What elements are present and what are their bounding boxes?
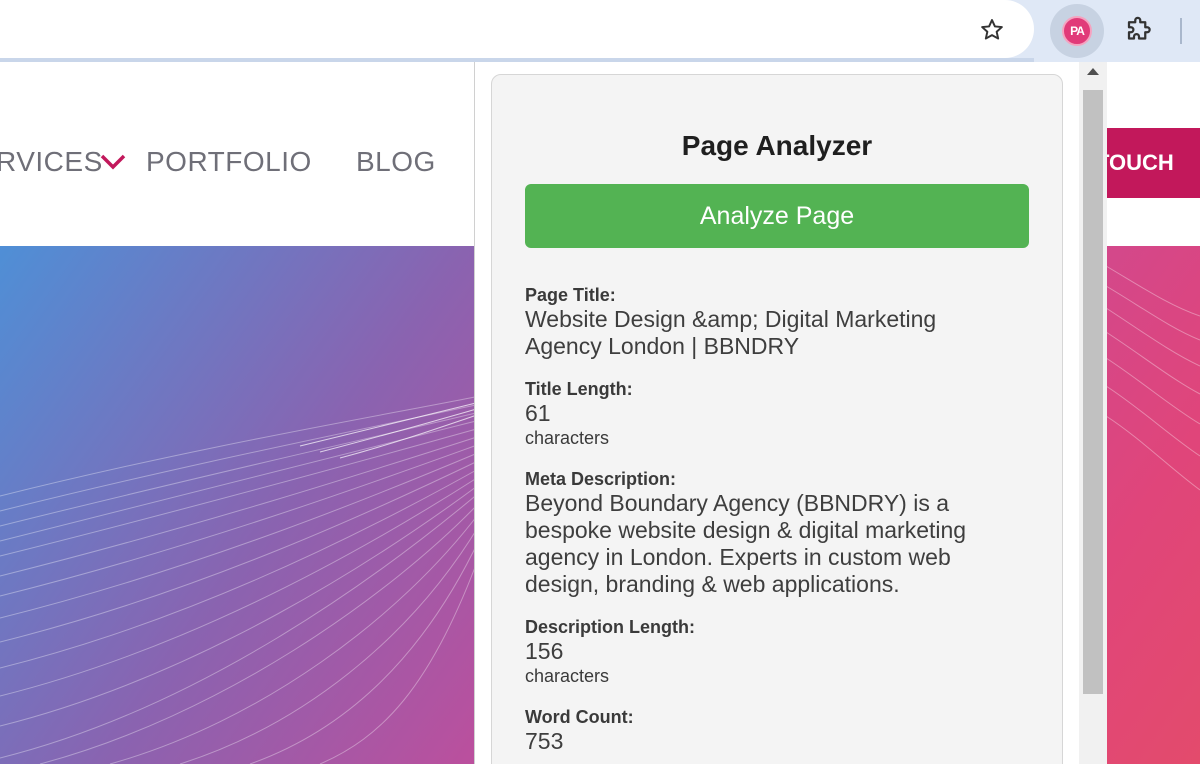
- meta-description-line4: design, branding & web applications.: [525, 571, 900, 597]
- word-count-label: Word Count:: [525, 707, 634, 727]
- chevron-down-icon[interactable]: [98, 150, 128, 179]
- scroll-up-arrow-icon[interactable]: [1087, 68, 1099, 75]
- description-length-unit: characters: [525, 666, 610, 686]
- page-title-value-line1: Website Design &amp; Digital Marketing: [525, 306, 937, 332]
- page-analyzer-extension-button[interactable]: PA: [1050, 4, 1104, 58]
- nav-portfolio[interactable]: PORTFOLIO: [146, 146, 312, 178]
- nav-blog[interactable]: BLOG: [356, 146, 436, 178]
- popup-title: Page Analyzer: [681, 130, 873, 161]
- meta-description-label: Meta Description:: [525, 469, 677, 489]
- meta-description-line1: Beyond Boundary Agency (BBNDRY) is a: [525, 490, 950, 516]
- title-length-section: Title Length: 61 characters: [525, 378, 1005, 449]
- popup-scrollbar[interactable]: [1079, 62, 1107, 764]
- title-length-value: 61: [525, 400, 551, 426]
- star-icon[interactable]: [974, 12, 1010, 48]
- puzzle-icon[interactable]: [1118, 10, 1160, 52]
- description-length-section: Description Length: 156 characters: [525, 616, 1005, 687]
- nav-services[interactable]: RVICES: [0, 146, 103, 178]
- browser-toolbar: PA: [0, 0, 1200, 62]
- extension-badge-icon: PA: [1062, 16, 1092, 46]
- page-title-label: Page Title:: [525, 285, 616, 305]
- description-length-value: 156: [525, 638, 564, 664]
- meta-description-line3: agency in London. Experts in custom web: [525, 544, 951, 570]
- address-bar[interactable]: [0, 0, 1034, 58]
- page-title-section: Page Title: Website Design &amp; Digital…: [525, 284, 1005, 360]
- scrollbar-thumb[interactable]: [1083, 90, 1103, 694]
- analyze-page-button[interactable]: Analyze Page: [525, 184, 1029, 248]
- meta-description-line2: bespoke website design & digital marketi…: [525, 517, 967, 543]
- meta-description-section: Meta Description: Beyond Boundary Agency…: [525, 468, 1005, 598]
- word-count-value: 753: [525, 728, 564, 754]
- cta-label: TOUCH: [1096, 150, 1174, 175]
- toolbar-separator: [1180, 18, 1182, 44]
- title-length-label: Title Length:: [525, 379, 633, 399]
- description-length-label: Description Length:: [525, 617, 695, 637]
- word-count-section: Word Count: 753: [525, 706, 1005, 755]
- get-in-touch-button[interactable]: TOUCH: [1096, 128, 1200, 198]
- title-length-unit: characters: [525, 428, 610, 448]
- page-analyzer-popup: Page Analyzer Analyze Page Page Title: W…: [474, 62, 1107, 764]
- page-title-value-line2: Agency London | BBNDRY: [525, 333, 800, 359]
